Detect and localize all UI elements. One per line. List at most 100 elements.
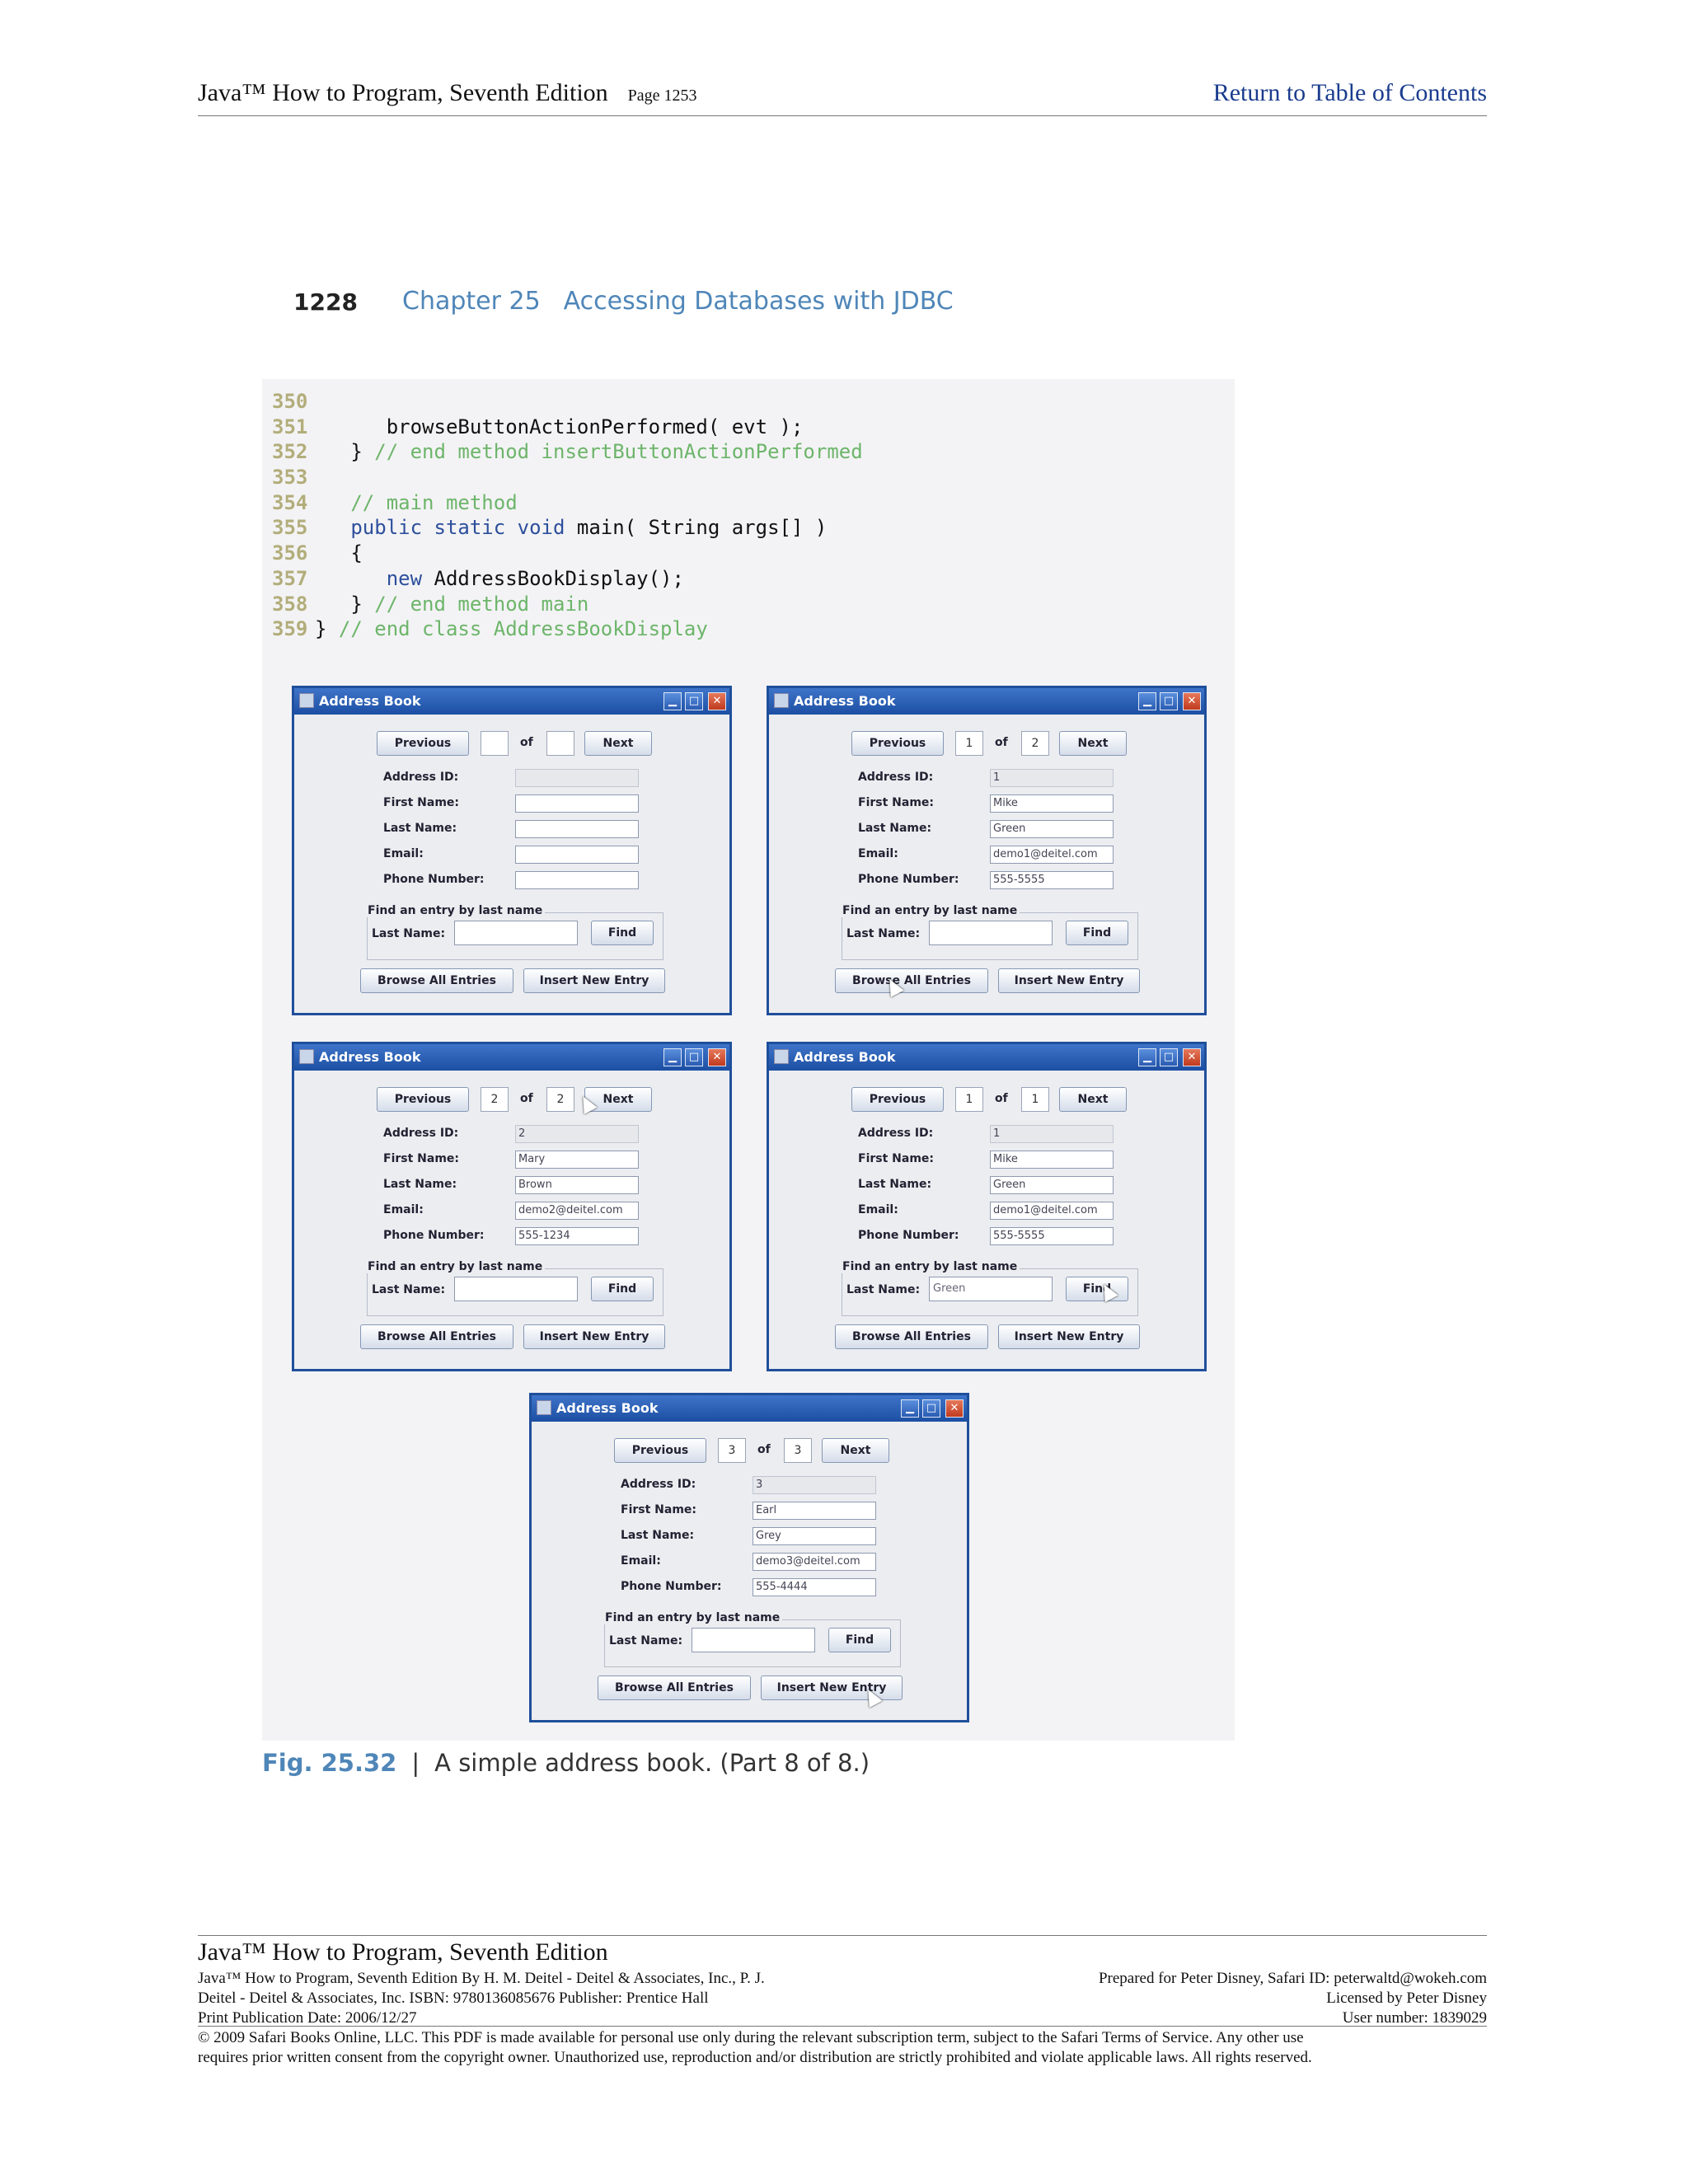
phone-number-label: Phone Number:	[858, 1229, 959, 1242]
minimize-button[interactable]: ▁	[901, 1399, 919, 1418]
email-field[interactable]	[515, 846, 639, 864]
last-name-field[interactable]: Green	[990, 820, 1114, 838]
code-text: }	[315, 440, 375, 464]
first-name-field[interactable]: Mary	[515, 1151, 639, 1169]
record-index-field[interactable]: 1	[955, 1087, 983, 1112]
window-titlebar: Address Book ▁ □ ✕	[769, 1044, 1204, 1071]
footer-left-line-1: Java™ How to Program, Seventh Edition By…	[198, 1970, 765, 1987]
footer-right-line-2: Licensed by Peter Disney	[1326, 1990, 1487, 2007]
first-name-field[interactable]: Mike	[990, 794, 1114, 813]
close-button[interactable]: ✕	[1183, 1048, 1201, 1066]
code-line: 354 // main method	[272, 490, 863, 516]
close-button[interactable]: ✕	[708, 1048, 726, 1066]
maximize-button[interactable]: □	[922, 1399, 940, 1418]
maximize-button[interactable]: □	[685, 692, 703, 710]
insert-entry-button[interactable]: Insert New Entry	[998, 1324, 1140, 1349]
header-divider	[198, 115, 1487, 116]
email-field[interactable]: demo1@deitel.com	[990, 846, 1114, 864]
browse-all-button[interactable]: Browse All Entries	[360, 1324, 513, 1349]
insert-entry-button[interactable]: Insert New Entry	[523, 1324, 665, 1349]
header-book-title: Java™ How to Program, Seventh Edition Pag…	[198, 79, 697, 107]
maximize-button[interactable]: □	[685, 1048, 703, 1066]
find-button[interactable]: Find	[1066, 921, 1128, 945]
code-line: 356 {	[272, 541, 863, 566]
next-button[interactable]: Next	[1059, 1087, 1127, 1112]
record-index-field[interactable]: 2	[481, 1087, 509, 1112]
first-name-label: First Name:	[383, 1152, 460, 1165]
maximize-button[interactable]: □	[1160, 692, 1178, 710]
find-last-name-input[interactable]: Green	[929, 1277, 1053, 1301]
phone-number-field[interactable]: 555-4444	[753, 1578, 876, 1596]
record-index-field[interactable]: 1	[955, 731, 983, 756]
last-name-field[interactable]	[515, 820, 639, 838]
maximize-button[interactable]: □	[1160, 1048, 1178, 1066]
phone-number-field[interactable]: 555-5555	[990, 871, 1114, 889]
find-last-name-input[interactable]	[929, 921, 1053, 945]
previous-button[interactable]: Previous	[614, 1438, 706, 1463]
next-button[interactable]: Next	[584, 731, 652, 756]
record-index-field[interactable]	[481, 731, 509, 756]
email-field[interactable]: demo2@deitel.com	[515, 1202, 639, 1220]
address-book-window: Address Book ▁ □ ✕ Previous of Next Address ID:…	[292, 686, 732, 1015]
line-number: 355	[272, 516, 308, 540]
find-last-name-input[interactable]	[454, 1277, 578, 1301]
email-field[interactable]: demo1@deitel.com	[990, 1202, 1114, 1220]
find-button[interactable]: Find	[591, 921, 654, 945]
minimize-button[interactable]: ▁	[663, 1048, 682, 1066]
phone-number-field[interactable]	[515, 871, 639, 889]
find-last-name-input[interactable]	[454, 921, 578, 945]
of-label: of	[995, 736, 1008, 749]
record-total-field: 2	[546, 1087, 574, 1112]
first-name-label: First Name:	[858, 1152, 935, 1165]
minimize-button[interactable]: ▁	[1138, 1048, 1156, 1066]
first-name-field[interactable]	[515, 794, 639, 813]
browse-all-button[interactable]: Browse All Entries	[835, 968, 988, 993]
first-name-field[interactable]: Earl	[753, 1502, 876, 1520]
previous-button[interactable]: Previous	[851, 1087, 944, 1112]
caption-text: A simple address book. (Part 8 of 8.)	[434, 1749, 870, 1777]
phone-number-label: Phone Number:	[621, 1580, 722, 1593]
previous-button[interactable]: Previous	[377, 1087, 469, 1112]
address-book-window: Address Book ▁ □ ✕ Previous 2 of 2 Next Address I…	[292, 1042, 732, 1371]
previous-button[interactable]: Previous	[377, 731, 469, 756]
record-index-field[interactable]: 3	[718, 1438, 746, 1463]
minimize-button[interactable]: ▁	[1138, 692, 1156, 710]
find-group-title: Find an entry by last name	[840, 904, 1020, 917]
code-line: 351 browseButtonActionPerformed( evt );	[272, 415, 863, 440]
next-button[interactable]: Next	[1059, 731, 1127, 756]
find-button[interactable]: Find	[1066, 1277, 1128, 1301]
email-label: Email:	[383, 847, 424, 860]
insert-entry-button[interactable]: Insert New Entry	[761, 1675, 903, 1700]
find-last-name-input[interactable]	[692, 1628, 815, 1652]
insert-entry-button[interactable]: Insert New Entry	[523, 968, 665, 993]
window-titlebar: Address Book ▁ □ ✕	[294, 1044, 729, 1071]
find-button[interactable]: Find	[591, 1277, 654, 1301]
address-id-label: Address ID:	[858, 771, 934, 784]
browse-all-button[interactable]: Browse All Entries	[360, 968, 513, 993]
chapter-title: Accessing Databases with JDBC	[563, 287, 954, 316]
figure-caption: Fig. 25.32 | A simple address book. (Part …	[262, 1749, 870, 1777]
insert-entry-button[interactable]: Insert New Entry	[998, 968, 1140, 993]
browse-all-button[interactable]: Browse All Entries	[598, 1675, 751, 1700]
record-total-field: 2	[1021, 731, 1049, 756]
email-field[interactable]: demo3@deitel.com	[753, 1553, 876, 1571]
phone-number-field[interactable]: 555-5555	[990, 1227, 1114, 1245]
close-button[interactable]: ✕	[945, 1399, 964, 1418]
window-titlebar: Address Book ▁ □ ✕	[294, 688, 729, 715]
first-name-field[interactable]: Mike	[990, 1151, 1114, 1169]
browse-all-button[interactable]: Browse All Entries	[835, 1324, 988, 1349]
next-button[interactable]: Next	[822, 1438, 889, 1463]
toc-link[interactable]: Return to Table of Contents	[1213, 79, 1487, 107]
previous-button[interactable]: Previous	[851, 731, 944, 756]
last-name-label: Last Name:	[621, 1529, 695, 1542]
last-name-field[interactable]: Green	[990, 1176, 1114, 1194]
last-name-field[interactable]: Brown	[515, 1176, 639, 1194]
last-name-field[interactable]: Grey	[753, 1527, 876, 1545]
minimize-button[interactable]: ▁	[663, 692, 682, 710]
close-button[interactable]: ✕	[1183, 692, 1201, 710]
of-label: of	[995, 1092, 1008, 1105]
phone-number-field[interactable]: 555-1234	[515, 1227, 639, 1245]
window-title: Address Book	[556, 1400, 659, 1416]
close-button[interactable]: ✕	[708, 692, 726, 710]
find-button[interactable]: Find	[828, 1628, 891, 1652]
